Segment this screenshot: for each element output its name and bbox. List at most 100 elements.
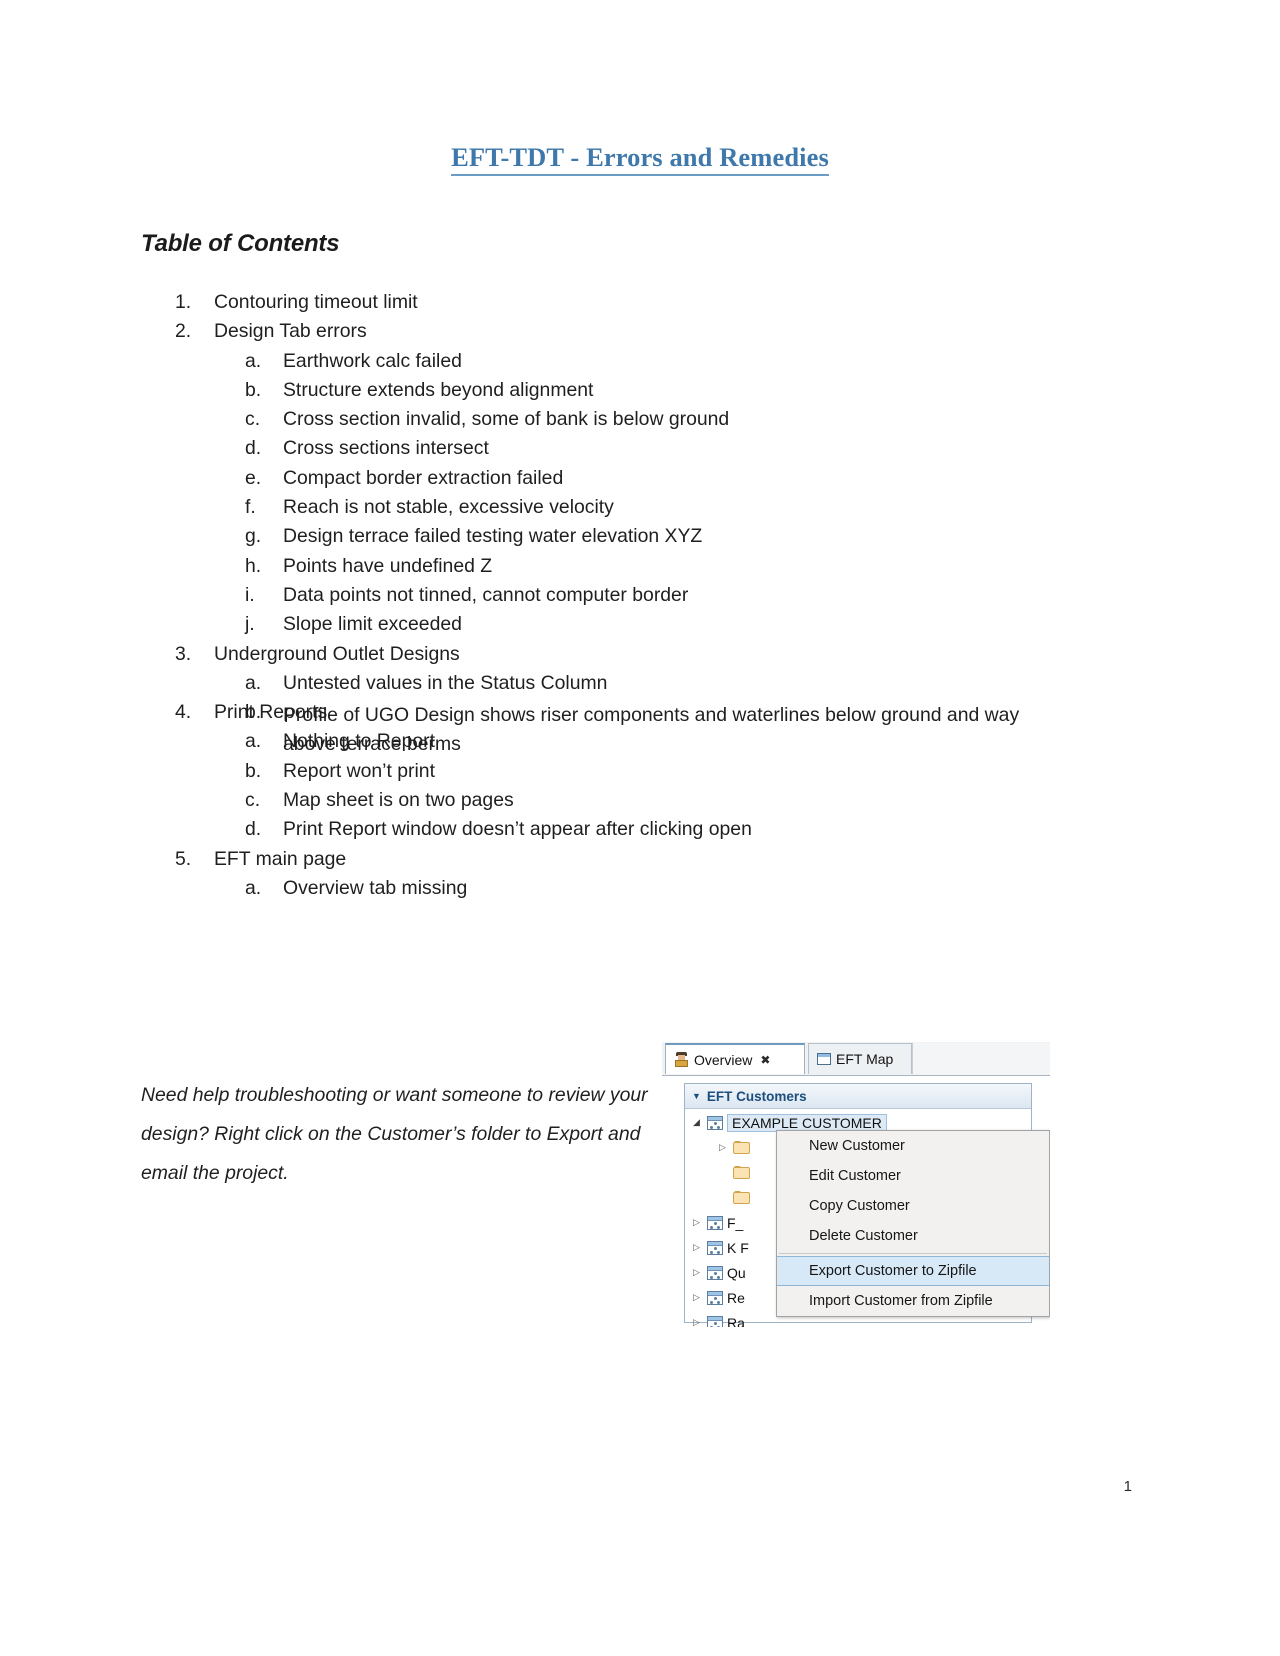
toc-item: i. Data points not tinned, cannot compute… — [0, 584, 1280, 613]
toc-item: 4. Print Reports — [0, 701, 1280, 730]
tree-item-label: K F — [727, 1239, 749, 1256]
toc-item: a. Untested values in the Status Column — [0, 672, 1280, 701]
chevron-right-icon[interactable]: ▷ — [693, 1267, 703, 1278]
toc-item: 1. Contouring timeout limit — [0, 291, 1280, 320]
toc-item-label: Print Report window doesn’t appear after… — [283, 818, 752, 841]
toc-item-marker: 2. — [175, 320, 192, 343]
customer-icon — [707, 1215, 723, 1230]
toc-item-marker: h. — [245, 554, 262, 577]
tab-overview-label: Overview — [694, 1051, 753, 1068]
tab-eft-map-label: EFT Map — [836, 1051, 894, 1067]
customer-icon — [707, 1290, 723, 1305]
toc-item: a. Nothing to Report — [0, 730, 1280, 759]
map-window-icon — [817, 1053, 831, 1065]
toc-item-label: Nothing to Report — [283, 730, 435, 753]
context-menu-item[interactable]: Export Customer to Zipfile — [777, 1256, 1049, 1286]
chevron-down-icon[interactable]: ◢ — [693, 1117, 703, 1128]
toc-item-marker: j. — [245, 613, 255, 636]
toc-item-marker: i. — [245, 583, 255, 606]
toc-item-label: Cross section invalid, some of bank is b… — [283, 408, 730, 431]
context-menu-item[interactable]: Edit Customer — [777, 1161, 1049, 1191]
page-title: EFT-TDT - Errors and Remedies — [0, 142, 1280, 176]
toc-item-label: Untested values in the Status Column — [283, 671, 608, 694]
toc-item-marker: 1. — [175, 291, 192, 313]
document-page: EFT-TDT - Errors and Remedies Table of C… — [0, 0, 1280, 1656]
customer-icon — [707, 1315, 723, 1327]
toc-item-label: Design terrace failed testing water elev… — [283, 525, 703, 548]
toc-item-label: Report won’t print — [283, 759, 435, 782]
chevron-right-icon[interactable]: ▷ — [693, 1217, 703, 1228]
toc-item: d. Cross sections intersect — [0, 437, 1280, 466]
context-menu-item[interactable]: Delete Customer — [777, 1221, 1049, 1251]
tab-eft-map[interactable]: EFT Map — [808, 1043, 912, 1074]
page-title-text: EFT-TDT - Errors and Remedies — [451, 142, 829, 176]
toc-item-marker: c. — [245, 789, 261, 812]
panel-title: EFT Customers — [706, 1088, 807, 1104]
toc-item-marker: 5. — [175, 847, 192, 870]
tree-item-label: Re — [727, 1289, 745, 1306]
toc-item: h. Points have undefined Z — [0, 555, 1280, 584]
toc-item-label: EFT main page — [214, 847, 347, 870]
folder-icon — [733, 1141, 750, 1154]
toc-item-label: Reach is not stable, excessive velocity — [283, 496, 614, 519]
toc-item: a. Earthwork calc failed — [0, 350, 1280, 379]
tree-item-label: Qu — [727, 1264, 746, 1281]
toc-item: b. Report won’t print — [0, 760, 1280, 789]
toc-item-marker: 3. — [175, 642, 192, 665]
customer-icon — [707, 1265, 723, 1280]
toc-item: f. Reach is not stable, excessive velocit… — [0, 496, 1280, 525]
toc-item-label: Compact border extraction failed — [283, 466, 564, 489]
chevron-right-icon[interactable]: ▷ — [693, 1242, 703, 1253]
toc-item: 5. EFT main page — [0, 848, 1280, 877]
toc-item: d. Print Report window doesn’t appear aft… — [0, 818, 1280, 847]
help-note: Need help troubleshooting or want someon… — [141, 1084, 648, 1184]
tab-strip-filler — [912, 1043, 1050, 1074]
toc-item: g. Design terrace failed testing water el… — [0, 525, 1280, 554]
chevron-right-icon[interactable]: ▷ — [693, 1317, 703, 1327]
toc-item-marker: b. — [245, 378, 262, 401]
toc-item-label: Cross sections intersect — [283, 437, 489, 460]
toc-heading: Table of Contents — [141, 230, 340, 257]
context-menu-item[interactable]: Copy Customer — [777, 1191, 1049, 1221]
context-menu-item[interactable]: Import Customer from Zipfile — [777, 1286, 1049, 1316]
toc-item-label: Print Reports — [214, 701, 328, 724]
chevron-down-icon[interactable]: ▼ — [692, 1091, 701, 1101]
toc-item-marker: d. — [245, 818, 262, 841]
toc-item: c. Map sheet is on two pages — [0, 789, 1280, 818]
tab-overview[interactable]: Overview ✖ — [665, 1043, 805, 1074]
toc-item-label: Data points not tinned, cannot computer … — [283, 583, 689, 606]
toc-item: j. Slope limit exceeded — [0, 613, 1280, 642]
toc-item-marker: a. — [245, 730, 262, 753]
tree-item-label: Ra — [727, 1314, 745, 1328]
toc-item: 3. Underground Outlet Designs — [0, 643, 1280, 672]
chevron-right-icon[interactable]: ▷ — [719, 1142, 729, 1153]
toc-item-label: Map sheet is on two pages — [283, 789, 514, 812]
toc-item: 2. Design Tab errors — [0, 320, 1280, 349]
toc-item: b. Structure extends beyond alignment — [0, 379, 1280, 408]
chevron-right-icon[interactable]: ▷ — [693, 1292, 703, 1303]
toc-item-marker: g. — [245, 525, 262, 548]
toc-item-marker: b. — [245, 759, 262, 782]
folder-icon — [733, 1191, 750, 1204]
table-of-contents: 1. Contouring timeout limit 2. Design Tab e… — [0, 291, 1280, 906]
tree-item-label: EXAMPLE CUSTOMER — [727, 1113, 887, 1132]
toc-item-label: Structure extends beyond alignment — [283, 378, 594, 401]
toc-item-label: Underground Outlet Designs — [214, 642, 460, 665]
toc-item: a. Overview tab missing — [0, 877, 1280, 906]
context-menu-item[interactable]: New Customer — [777, 1131, 1049, 1161]
toc-item-label: Design Tab errors — [214, 320, 367, 343]
toc-item-marker: c. — [245, 408, 261, 431]
toc-item-label: Slope limit exceeded — [283, 613, 462, 636]
toc-item-marker: 4. — [175, 701, 192, 724]
toc-item: c. Cross section invalid, some of bank is… — [0, 408, 1280, 437]
embedded-app-screenshot: Overview ✖ EFT Map ▼ EFT Customers ◢ EXAM… — [662, 1042, 1050, 1327]
toc-item-marker: a. — [245, 671, 262, 694]
close-icon[interactable]: ✖ — [760, 1053, 770, 1067]
editor-tab-strip: Overview ✖ EFT Map — [662, 1042, 1050, 1076]
panel-header[interactable]: ▼ EFT Customers — [685, 1084, 1031, 1109]
toc-item-marker: d. — [245, 437, 262, 460]
page-number: 1 — [1123, 1478, 1132, 1495]
folder-icon — [733, 1166, 750, 1179]
toc-item: e. Compact border extraction failed — [0, 467, 1280, 496]
tree-item-label: F_ — [727, 1214, 744, 1231]
